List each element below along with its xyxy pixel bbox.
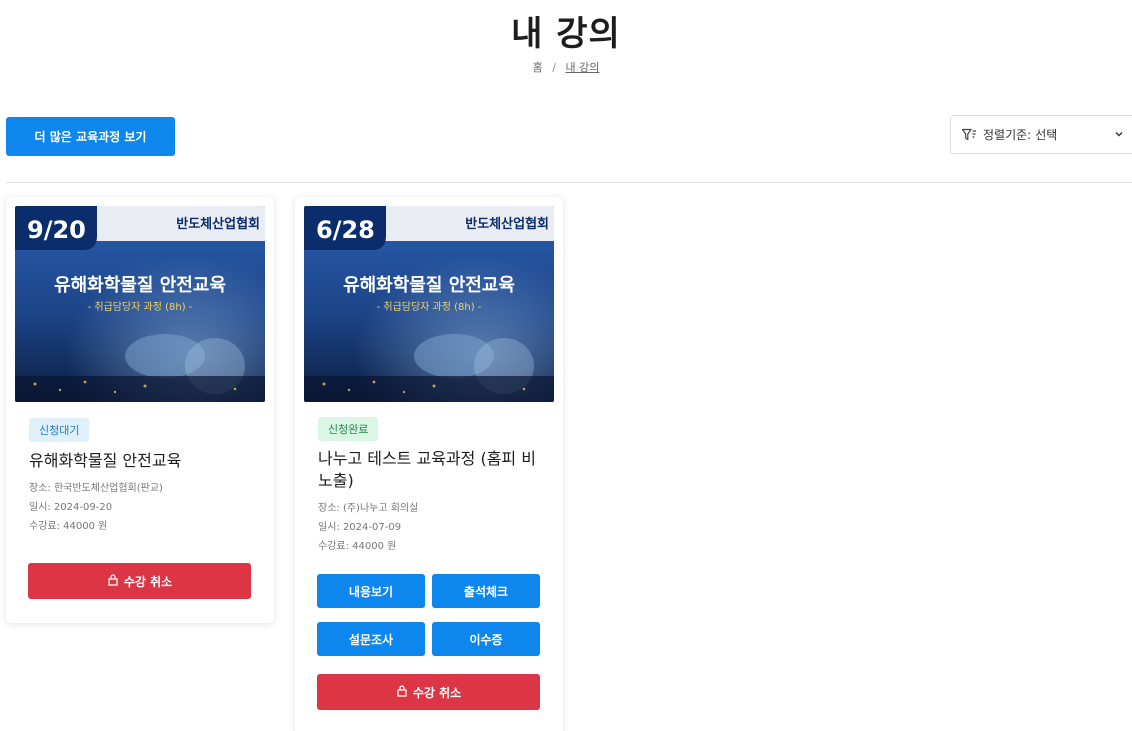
banner-date: 9/20 bbox=[27, 216, 86, 244]
sort-value: 선택 bbox=[1035, 128, 1058, 142]
cancel-enrollment-button[interactable]: 수강 취소 bbox=[317, 674, 540, 710]
course-title[interactable]: 나누고 테스트 교육과정 (홈피 비노출) bbox=[318, 448, 543, 492]
breadcrumb-current[interactable]: 내 강의 bbox=[565, 61, 599, 74]
cancel-icon bbox=[396, 684, 408, 700]
cancel-label: 수강 취소 bbox=[412, 685, 462, 700]
course-date: 일시: 2024-09-20 bbox=[29, 502, 113, 513]
sort-label: 정렬기준: bbox=[983, 128, 1032, 142]
course-fee: 수강료: 44000 원 bbox=[318, 541, 397, 552]
divider bbox=[6, 182, 1132, 183]
course-meta: 장소: (주)나누고 회의실 일시: 2024-07-09 수강료: 44000… bbox=[318, 499, 418, 556]
certificate-button[interactable]: 이수증 bbox=[432, 622, 540, 656]
view-content-button[interactable]: 내용보기 bbox=[317, 574, 425, 608]
course-banner-image[interactable]: 6/28 반도체산업협회 유해화학물질 안전교육 - 취급담당자 과정 (8h)… bbox=[304, 206, 554, 402]
course-date: 일시: 2024-07-09 bbox=[318, 522, 402, 533]
status-badge: 신청대기 bbox=[29, 418, 90, 442]
cancel-enrollment-button[interactable]: 수강 취소 bbox=[28, 563, 251, 599]
course-title[interactable]: 유해화학물질 안전교육 bbox=[29, 450, 254, 472]
breadcrumb-separator: / bbox=[552, 61, 556, 74]
banner-subline: - 취급담당자 과정 (8h) - bbox=[88, 301, 193, 313]
banner-subline: - 취급담당자 과정 (8h) - bbox=[377, 301, 482, 313]
banner-date: 6/28 bbox=[316, 216, 375, 244]
course-place: 장소: 한국반도체산업협회(판교) bbox=[29, 483, 163, 494]
chevron-down-icon bbox=[1114, 128, 1124, 142]
banner-org: 반도체산업협회 bbox=[176, 216, 260, 232]
attendance-check-button[interactable]: 출석체크 bbox=[432, 574, 540, 608]
status-badge: 신청완료 bbox=[318, 417, 379, 441]
course-place: 장소: (주)나누고 회의실 bbox=[318, 503, 419, 514]
course-meta: 장소: 한국반도체산업협회(판교) 일시: 2024-09-20 수강료: 44… bbox=[29, 479, 163, 536]
banner-headline: 유해화학물질 안전교육 bbox=[54, 274, 226, 296]
cancel-label: 수강 취소 bbox=[123, 574, 173, 589]
breadcrumb: 홈 / 내 강의 bbox=[0, 59, 1132, 75]
banner-headline: 유해화학물질 안전교육 bbox=[343, 274, 515, 296]
breadcrumb-home[interactable]: 홈 bbox=[533, 61, 543, 74]
course-fee: 수강료: 44000 원 bbox=[29, 521, 108, 532]
page-title: 내 강의 bbox=[511, 14, 621, 54]
course-card: 6/28 반도체산업협회 유해화학물질 안전교육 - 취급담당자 과정 (8h)… bbox=[295, 197, 563, 731]
survey-button[interactable]: 설문조사 bbox=[317, 622, 425, 656]
cancel-icon bbox=[107, 573, 119, 589]
sort-icon bbox=[961, 127, 977, 143]
sort-select[interactable]: 정렬기준: 선택 bbox=[950, 115, 1132, 154]
my-courses-page: 내 강의 홈 / 내 강의 더 많은 교육과정 보기 정렬기준: 선택 9/20… bbox=[0, 0, 1132, 731]
course-banner-image[interactable]: 9/20 반도체산업협회 유해화학물질 안전교육 - 취급담당자 과정 (8h)… bbox=[15, 206, 265, 402]
more-courses-button[interactable]: 더 많은 교육과정 보기 bbox=[6, 117, 175, 156]
banner-org: 반도체산업협회 bbox=[465, 216, 549, 232]
course-card: 9/20 반도체산업협회 유해화학물질 안전교육 - 취급담당자 과정 (8h)… bbox=[6, 197, 274, 623]
